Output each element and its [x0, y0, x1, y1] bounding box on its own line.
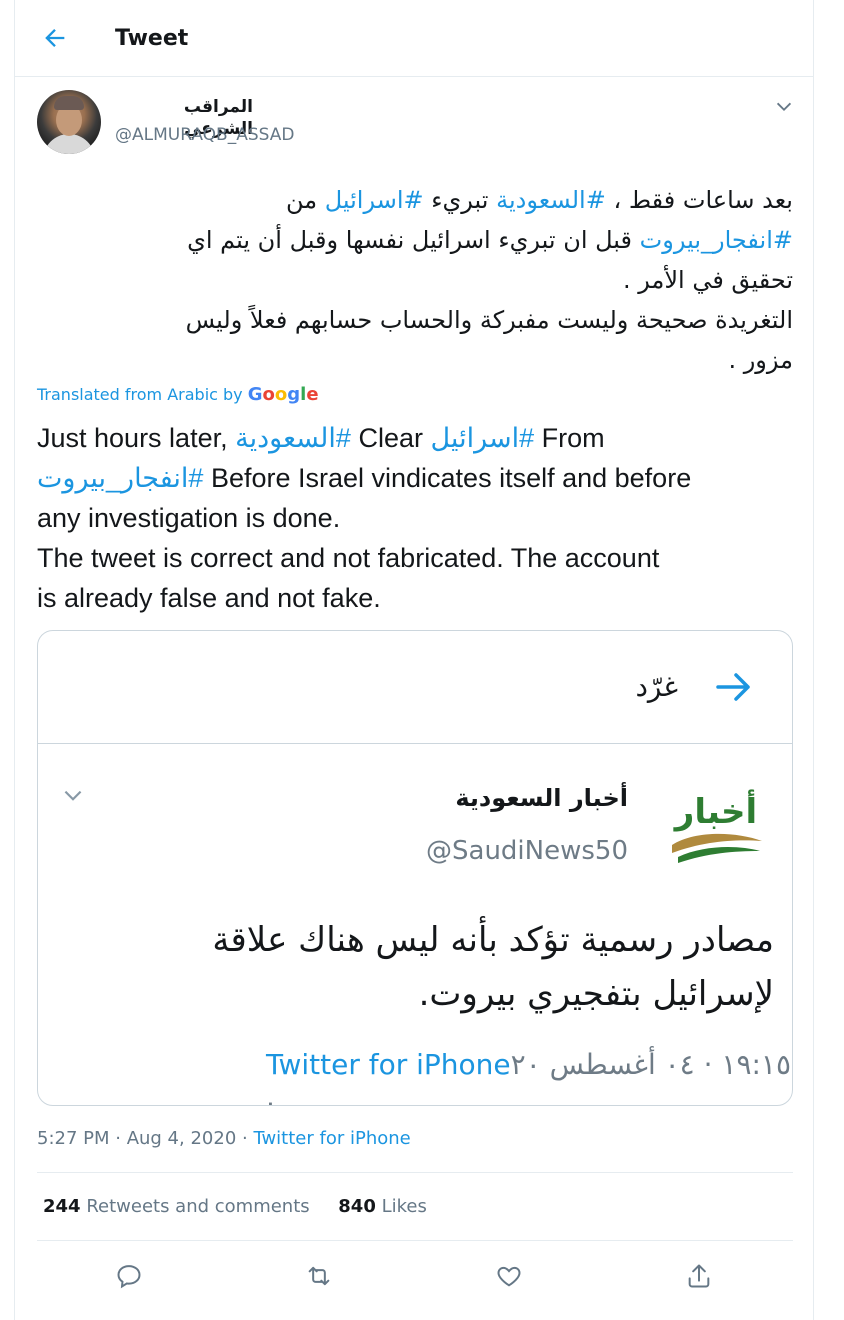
embedded-tweet-meta: Twitter for iPhone١٩:١٥ · ٠٤ أغسطس ٢٠ ·	[266, 1048, 791, 1106]
logo-text: أخبار	[673, 789, 757, 832]
tweet-timestamp: 5:27 PM · Aug 4, 2020 · Twitter for iPho…	[37, 1128, 411, 1149]
embedded-image-card[interactable]: غرّد أخبار السعودية @SaudiNews50 أخبار م…	[37, 630, 793, 1106]
embedded-tweet-text: مصادر رسمية تؤكد بأنه ليس هناك علاقة لإس…	[212, 920, 774, 1014]
chevron-down-icon	[64, 790, 82, 801]
share-icon[interactable]	[685, 1262, 713, 1290]
translated-by[interactable]: Translated from Arabic by Google	[37, 384, 319, 406]
hashtag-link[interactable]: اسرائيل#	[430, 423, 534, 453]
hashtag-link[interactable]: #اسرائيل	[325, 186, 424, 214]
hashtag-link[interactable]: انفجار_بيروت#	[37, 463, 203, 493]
embedded-author-handle: @SaudiNews50	[426, 836, 628, 866]
tweet-column: Tweet المراقب الشرعي @ALMURAQB_ASSAD بعد…	[14, 0, 814, 1320]
divider	[37, 1172, 793, 1173]
embedded-author-name: أخبار السعودية	[455, 784, 628, 812]
reply-icon[interactable]	[115, 1262, 143, 1290]
back-arrow-icon[interactable]	[41, 24, 69, 52]
tweet-text-translation: Just hours later, السعودية# Clear اسرائي…	[37, 423, 692, 613]
retweets-stat[interactable]: 244 Retweets and comments	[43, 1196, 310, 1217]
avatar[interactable]	[37, 90, 101, 154]
like-icon[interactable]	[495, 1262, 523, 1290]
hashtag-link[interactable]: #انفجار_بيروت	[640, 226, 793, 254]
header: Tweet	[15, 0, 813, 77]
hashtag-link[interactable]: السعودية#	[235, 423, 351, 453]
page-title: Tweet	[115, 26, 189, 51]
author-handle[interactable]: @ALMURAQB_ASSAD	[115, 124, 294, 146]
source-link[interactable]: Twitter for iPhone	[253, 1128, 410, 1149]
arrow-right-icon	[716, 673, 750, 701]
hashtag-link[interactable]: #السعودية	[496, 186, 606, 214]
embedded-card-header: غرّد	[38, 631, 792, 744]
retweet-icon[interactable]	[305, 1262, 333, 1290]
google-logo: Google	[247, 384, 319, 405]
saudi-news-logo: أخبار	[672, 789, 762, 863]
embedded-tweet-label: غرّد	[635, 670, 678, 703]
divider	[37, 1240, 793, 1241]
likes-stat[interactable]: 840 Likes	[338, 1196, 427, 1217]
chevron-down-icon[interactable]	[773, 96, 795, 118]
tweet-text-arabic: بعد ساعات فقط ، #السعودية تبريء #اسرائيل…	[185, 186, 793, 374]
tweet-stats: 244 Retweets and comments 840 Likes	[43, 1194, 427, 1220]
